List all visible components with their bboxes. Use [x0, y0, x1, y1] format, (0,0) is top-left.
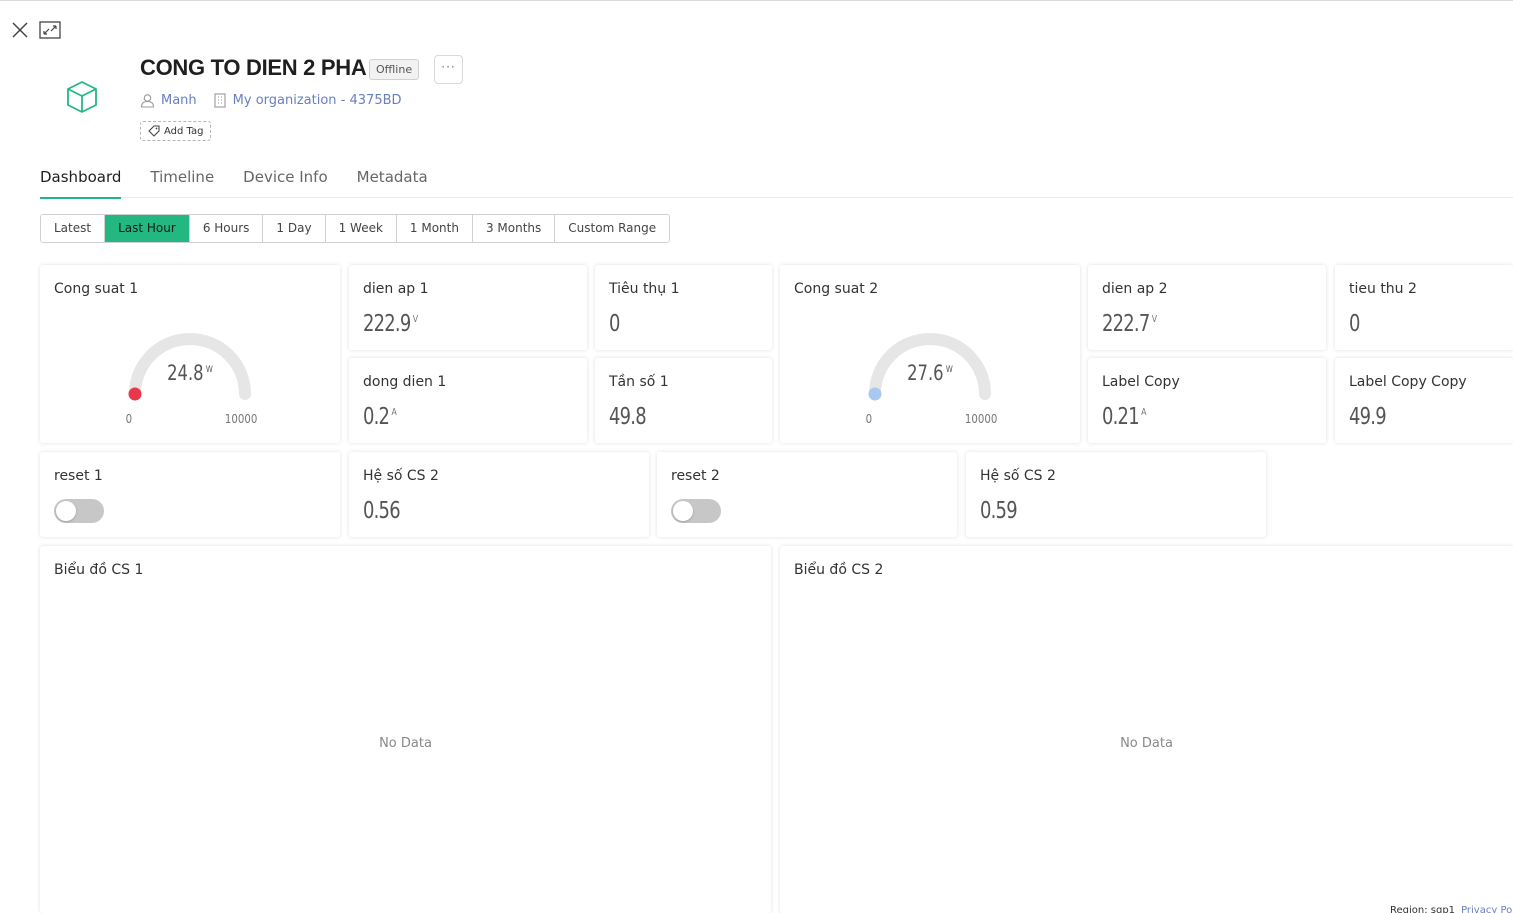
more-options-button[interactable]: ···	[434, 55, 463, 84]
widget-value: 0.59	[980, 498, 1018, 524]
widget-value: 0.56	[363, 498, 401, 524]
widget-value: 0.2 A	[363, 404, 397, 430]
widget-title: Cong suat 2	[794, 281, 879, 297]
tab-bar: Dashboard Timeline Device Info Metadata	[40, 166, 1513, 199]
widget-title: Hệ số CS 2	[980, 468, 1056, 484]
chart-widget-cs-2: Biểu đồ CS 2 No Data	[780, 546, 1513, 913]
tab-dashboard[interactable]: Dashboard	[40, 166, 122, 199]
gauge-widget-cong-suat-2: Cong suat 2 27.6 W 0 10000	[780, 265, 1080, 443]
top-border	[0, 0, 1513, 1]
widget-title: Label Copy	[1102, 374, 1180, 390]
widget-title: Label Copy Copy	[1349, 374, 1467, 390]
widget-title: Biểu đồ CS 2	[794, 562, 884, 578]
owner-link[interactable]: Manh	[161, 93, 197, 108]
widget-title: dien ap 2	[1102, 281, 1168, 297]
gauge-widget-cong-suat-1: Cong suat 1 24.8 W 0 10000	[40, 265, 340, 443]
widget-title: reset 2	[671, 468, 720, 484]
add-tag-button[interactable]: Add Tag	[140, 121, 212, 141]
organization: My organization - 4375BD	[213, 93, 402, 108]
widget-value: 49.9	[1349, 404, 1387, 430]
value-widget-label-copy-copy: Label Copy Copy 49.9	[1335, 358, 1513, 443]
range-1-month[interactable]: 1 Month	[396, 215, 473, 242]
status-badge: Offline	[369, 59, 420, 80]
no-data-label: No Data	[1120, 736, 1173, 751]
privacy-policy-link[interactable]: Privacy Policy	[1461, 905, 1513, 913]
tab-device-info[interactable]: Device Info	[243, 166, 327, 198]
widget-title: Hệ số CS 2	[363, 468, 439, 484]
gauge-value: 27.6 W	[907, 361, 953, 385]
device-title: CONG TO DIEN 2 PHA	[140, 55, 367, 80]
switch-widget-reset-2: reset 2	[657, 452, 957, 537]
value-widget-tieu-thu-2: tieu thu 2 0	[1335, 265, 1513, 350]
add-tag-label: Add Tag	[164, 125, 204, 137]
owner-row: Manh My organization - 4375BD	[140, 90, 402, 110]
range-6-hours[interactable]: 6 Hours	[189, 215, 264, 242]
value-widget-label-copy: Label Copy 0.21 A	[1088, 358, 1326, 443]
widget-value: 0	[609, 311, 620, 337]
value-widget-dien-ap-1: dien ap 1 222.9 V	[349, 265, 587, 350]
gauge-min: 0	[125, 412, 133, 426]
range-last-hour[interactable]: Last Hour	[105, 215, 190, 242]
gauge-max: 10000	[964, 412, 998, 426]
widget-value: 0	[1349, 311, 1360, 337]
value-widget-dien-ap-2: dien ap 2 222.7 V	[1088, 265, 1326, 350]
value-widget-he-so-cs-2: Hệ số CS 2 0.59	[966, 452, 1266, 537]
tab-timeline[interactable]: Timeline	[150, 166, 214, 198]
gauge-indicator	[868, 387, 882, 401]
gauge-value: 24.8 W	[167, 361, 213, 385]
time-range-selector: Latest Last Hour 6 Hours 1 Day 1 Week 1 …	[40, 214, 671, 243]
value-widget-dong-dien-1: dong dien 1 0.2 A	[349, 358, 587, 443]
gauge-indicator	[128, 387, 142, 401]
range-latest[interactable]: Latest	[41, 215, 106, 242]
tab-metadata[interactable]: Metadata	[357, 166, 428, 198]
no-data-label: No Data	[379, 736, 432, 751]
range-custom[interactable]: Custom Range	[555, 215, 670, 242]
widget-title: Cong suat 1	[54, 281, 139, 297]
widget-title: tieu thu 2	[1349, 281, 1417, 297]
switch-widget-reset-1: reset 1	[40, 452, 340, 537]
widget-title: Biểu đồ CS 1	[54, 562, 144, 578]
organization-link[interactable]: My organization - 4375BD	[233, 93, 402, 108]
widget-title: Tiêu thụ 1	[609, 281, 680, 297]
value-widget-tan-so-1: Tần số 1 49.8	[595, 358, 772, 443]
chart-widget-cs-1: Biểu đồ CS 1 No Data	[40, 546, 771, 913]
building-icon	[214, 92, 226, 108]
range-1-week[interactable]: 1 Week	[325, 215, 397, 242]
widget-value: 222.9 V	[363, 311, 419, 337]
widget-value: 222.7 V	[1102, 311, 1158, 337]
tag-icon	[148, 125, 160, 137]
gauge-min: 0	[865, 412, 873, 426]
device-cube-icon	[67, 81, 97, 113]
widget-value: 0.21 A	[1102, 404, 1147, 430]
reset-2-toggle[interactable]	[671, 499, 721, 523]
expand-icon[interactable]	[39, 21, 61, 39]
widget-title: dien ap 1	[363, 281, 429, 297]
footer: Region: sgp1 Privacy Policy	[1390, 905, 1513, 913]
close-icon[interactable]	[11, 21, 29, 39]
reset-1-toggle[interactable]	[54, 499, 104, 523]
widget-value: 49.8	[609, 404, 647, 430]
user-icon	[140, 93, 155, 108]
widget-title: dong dien 1	[363, 374, 447, 390]
range-3-months[interactable]: 3 Months	[472, 215, 556, 242]
region-text: Region: sgp1	[1390, 905, 1456, 913]
gauge-max: 10000	[224, 412, 258, 426]
widget-title: Tần số 1	[609, 374, 669, 390]
value-widget-he-so-cs-1: Hệ số CS 2 0.56	[349, 452, 649, 537]
range-1-day[interactable]: 1 Day	[263, 215, 326, 242]
widget-title: reset 1	[54, 468, 103, 484]
value-widget-tieu-thu-1: Tiêu thụ 1 0	[595, 265, 772, 350]
